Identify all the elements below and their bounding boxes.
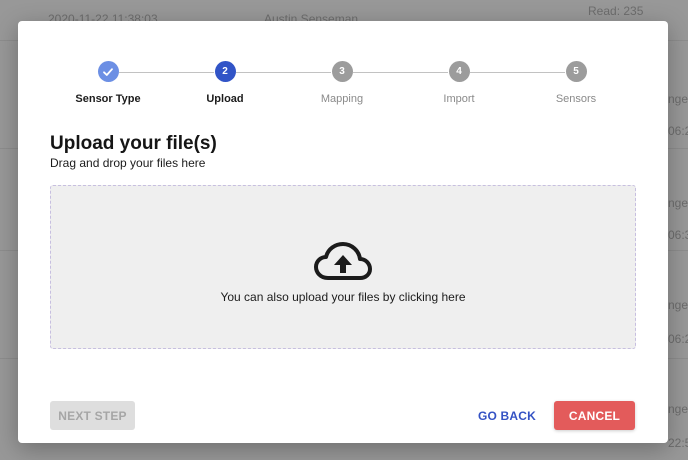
dropzone-instructions: You can also upload your files by clicki… (220, 290, 466, 304)
step-number: 2 (214, 61, 236, 82)
step-import: 4 Import (399, 61, 519, 105)
next-step-button[interactable]: NEXT STEP (50, 401, 135, 430)
cancel-button[interactable]: CANCEL (554, 401, 635, 430)
cloud-upload-icon (314, 242, 372, 280)
step-label: Mapping (320, 93, 364, 105)
file-dropzone[interactable]: You can also upload your files by clicki… (50, 185, 636, 349)
step-label: Sensors (555, 93, 597, 105)
stepper: Sensor Type 2 Upload 3 Mapping 4 Import … (18, 61, 668, 111)
step-number: 3 (331, 61, 353, 82)
step-label: Upload (206, 93, 244, 105)
step-number: 5 (565, 61, 587, 82)
dialog-subtitle: Drag and drop your files here (50, 156, 206, 170)
dialog-title: Upload your file(s) (50, 133, 217, 154)
step-number: 4 (448, 61, 470, 82)
step-sensor-type: Sensor Type (48, 61, 168, 105)
go-back-button[interactable]: GO BACK (473, 401, 541, 430)
step-label: Import (443, 93, 475, 105)
upload-dialog: Sensor Type 2 Upload 3 Mapping 4 Import … (18, 21, 668, 443)
check-icon (97, 61, 119, 82)
step-sensors: 5 Sensors (516, 61, 636, 105)
step-mapping: 3 Mapping (282, 61, 402, 105)
step-label: Sensor Type (75, 93, 141, 105)
step-upload: 2 Upload (165, 61, 285, 105)
